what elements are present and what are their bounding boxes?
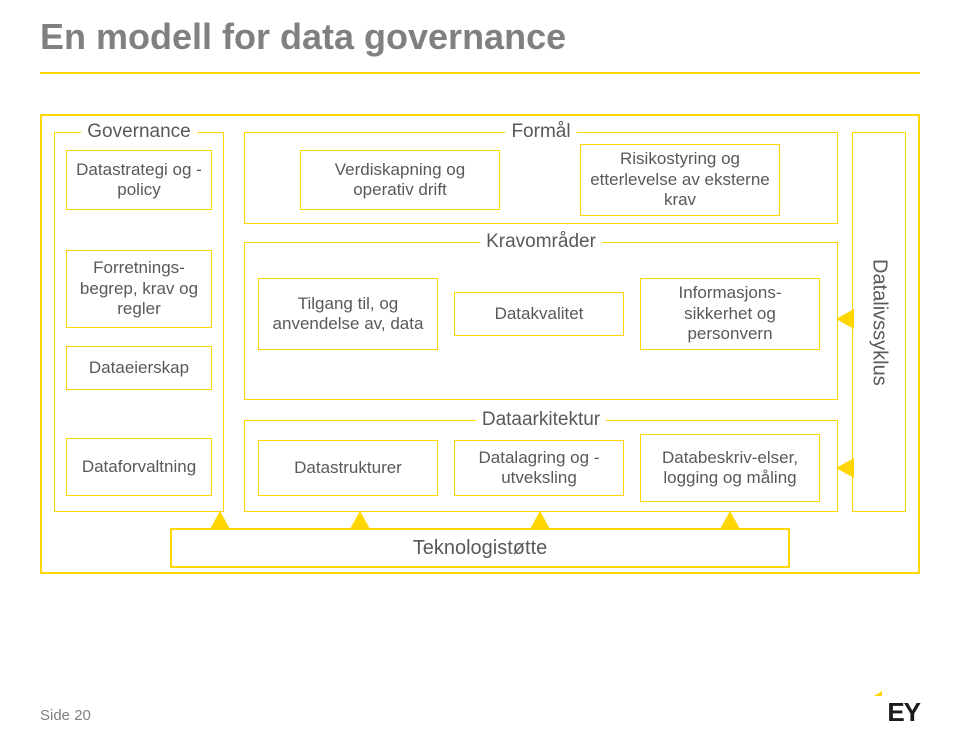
group-formal-head: Formål — [505, 121, 576, 143]
lifecycle-label: Datalivssyklus — [868, 259, 891, 386]
box-mgmt: Dataforvaltning — [66, 438, 212, 496]
box-strategy: Datastrategi og -policy — [66, 150, 212, 210]
diagram: Governance Formål Kravområder Dataarkite… — [40, 114, 920, 574]
arrow-up-1 — [210, 511, 230, 529]
page-title: En modell for data governance — [40, 16, 920, 58]
title-underline — [40, 72, 920, 74]
box-structures: Datastrukturer — [258, 440, 438, 496]
box-risk: Risikostyring og etterlevelse av ekstern… — [580, 144, 780, 216]
arrow-left-2 — [836, 458, 854, 478]
box-value: Verdiskapning og operativ drift — [300, 150, 500, 210]
box-security: Informasjons-sikkerhet og personvern — [640, 278, 820, 350]
tech-bar: Teknologistøtte — [170, 528, 790, 568]
group-arkitektur-head: Dataarkitektur — [476, 409, 606, 431]
arrow-up-4 — [720, 511, 740, 529]
lifecycle-box: Datalivssyklus — [852, 132, 906, 512]
arrow-up-3 — [530, 511, 550, 529]
box-access: Tilgang til, og anvendelse av, data — [258, 278, 438, 350]
group-governance-head: Governance — [81, 121, 197, 143]
box-quality: Datakvalitet — [454, 292, 624, 336]
arrow-left-1 — [836, 309, 854, 329]
box-ownership: Dataeierskap — [66, 346, 212, 390]
box-storage: Datalagring og -utveksling — [454, 440, 624, 496]
arrow-up-2 — [350, 511, 370, 529]
group-krav-head: Kravområder — [480, 231, 602, 253]
ey-logo: EY — [887, 697, 920, 728]
box-concepts: Forretnings-begrep, krav og regler — [66, 250, 212, 328]
box-descriptions: Databeskriv-elser, logging og måling — [640, 434, 820, 502]
slide-number: Side 20 — [40, 707, 91, 724]
